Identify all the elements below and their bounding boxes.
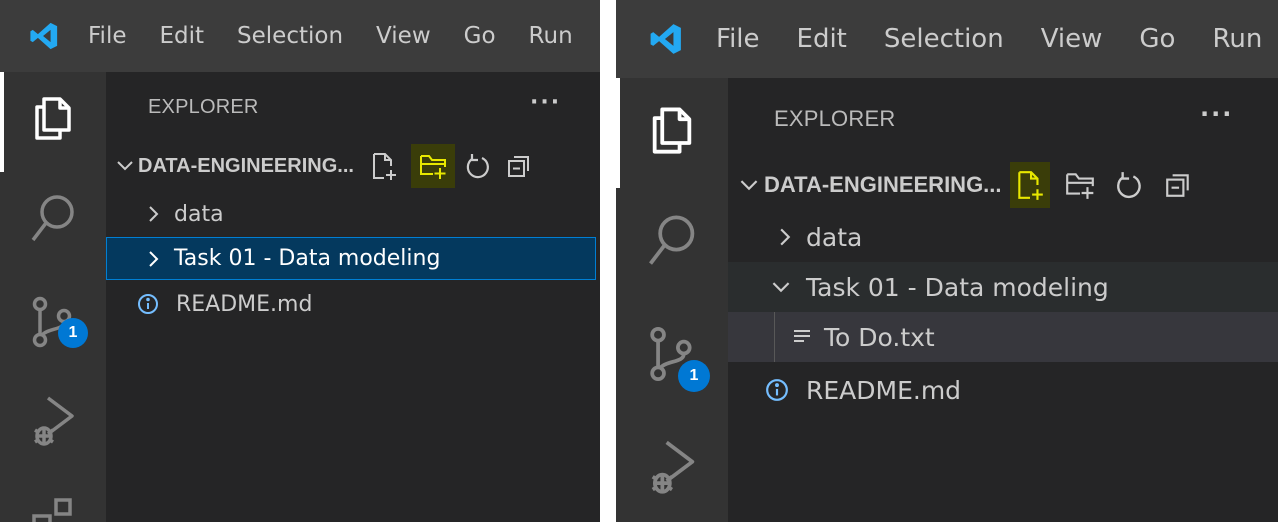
- collapse-all-icon[interactable]: [501, 148, 537, 184]
- tree-item-data[interactable]: data: [106, 194, 600, 234]
- refresh-icon[interactable]: [1108, 165, 1148, 205]
- title-bar: File Edit Selection View Go Run: [616, 0, 1278, 78]
- scm-badge: 1: [678, 360, 710, 392]
- new-file-icon[interactable]: [366, 148, 402, 184]
- more-actions-button[interactable]: ···: [530, 90, 561, 115]
- search-icon[interactable]: [616, 212, 728, 270]
- tree-item-label: data: [174, 201, 224, 227]
- chevron-right-icon: [144, 205, 164, 223]
- tree-item-todo[interactable]: To Do.txt: [728, 312, 1278, 362]
- menu-edit[interactable]: Edit: [160, 23, 205, 49]
- vscode-logo-icon: [0, 21, 88, 51]
- tree-item-label: README.md: [806, 375, 962, 405]
- info-icon: [134, 293, 162, 315]
- vscode-logo-icon: [616, 22, 716, 56]
- left-screenshot: File Edit Selection View Go Run 1 EXPLOR…: [0, 0, 600, 522]
- chevron-right-icon: [144, 250, 164, 268]
- menu-run[interactable]: Run: [1212, 24, 1262, 54]
- activity-bar: 1: [616, 78, 728, 522]
- menu-file[interactable]: File: [716, 24, 760, 54]
- new-file-icon[interactable]: [1009, 162, 1050, 208]
- explorer-icon[interactable]: [0, 94, 106, 142]
- explorer-title: EXPLORER: [148, 96, 259, 118]
- menu-view[interactable]: View: [1041, 24, 1103, 54]
- refresh-icon[interactable]: [459, 148, 495, 184]
- info-icon: [762, 378, 792, 402]
- menu-selection[interactable]: Selection: [884, 24, 1004, 54]
- source-control-icon[interactable]: [0, 294, 106, 350]
- search-icon[interactable]: [0, 192, 106, 246]
- tree-item-task01[interactable]: Task 01 - Data modeling: [106, 237, 596, 280]
- more-actions-button[interactable]: ···: [1200, 100, 1233, 128]
- indent-guide: [774, 312, 775, 362]
- menu-view[interactable]: View: [376, 23, 431, 49]
- tree-item-task01[interactable]: Task 01 - Data modeling: [728, 262, 1278, 312]
- title-bar: File Edit Selection View Go Run: [0, 0, 600, 72]
- chevron-down-icon: [112, 160, 138, 172]
- folder-header[interactable]: DATA-ENGINEERING...: [112, 144, 600, 188]
- tree-item-label: To Do.txt: [824, 322, 935, 352]
- explorer-title: EXPLORER: [774, 106, 896, 131]
- menu-run[interactable]: Run: [529, 23, 573, 49]
- chevron-right-icon: [774, 227, 796, 247]
- extensions-icon[interactable]: [0, 492, 106, 522]
- menu-selection[interactable]: Selection: [237, 23, 343, 49]
- menu-edit[interactable]: Edit: [797, 24, 847, 54]
- menu-go[interactable]: Go: [1139, 24, 1175, 54]
- menu-go[interactable]: Go: [464, 23, 496, 49]
- source-control-icon[interactable]: [616, 324, 728, 384]
- menu-file[interactable]: File: [88, 23, 127, 49]
- tree-item-label: README.md: [176, 291, 313, 317]
- text-file-icon: [790, 327, 814, 347]
- new-folder-icon[interactable]: [410, 144, 455, 188]
- new-folder-icon[interactable]: [1060, 165, 1100, 205]
- folder-header[interactable]: DATA-ENGINEERING...: [734, 162, 1278, 208]
- right-screenshot: File Edit Selection View Go Run 1 EXPLOR…: [616, 0, 1278, 522]
- tree-item-label: data: [806, 222, 863, 252]
- run-debug-icon[interactable]: [0, 392, 106, 448]
- folder-name: DATA-ENGINEERING...: [764, 172, 1002, 197]
- run-debug-icon[interactable]: [616, 436, 728, 496]
- folder-name: DATA-ENGINEERING...: [138, 154, 354, 177]
- tree-item-data[interactable]: data: [728, 214, 1278, 260]
- scm-badge: 1: [58, 318, 88, 348]
- tree-item-readme[interactable]: README.md: [728, 366, 1278, 414]
- explorer-icon[interactable]: [616, 104, 728, 156]
- tree-item-label: Task 01 - Data modeling: [174, 246, 441, 271]
- chevron-down-icon: [734, 179, 764, 192]
- chevron-down-icon: [768, 281, 794, 294]
- tree-item-readme[interactable]: README.md: [106, 284, 600, 324]
- tree-item-label: Task 01 - Data modeling: [806, 272, 1109, 302]
- collapse-all-icon[interactable]: [1158, 165, 1198, 205]
- activity-bar: 1: [0, 72, 106, 522]
